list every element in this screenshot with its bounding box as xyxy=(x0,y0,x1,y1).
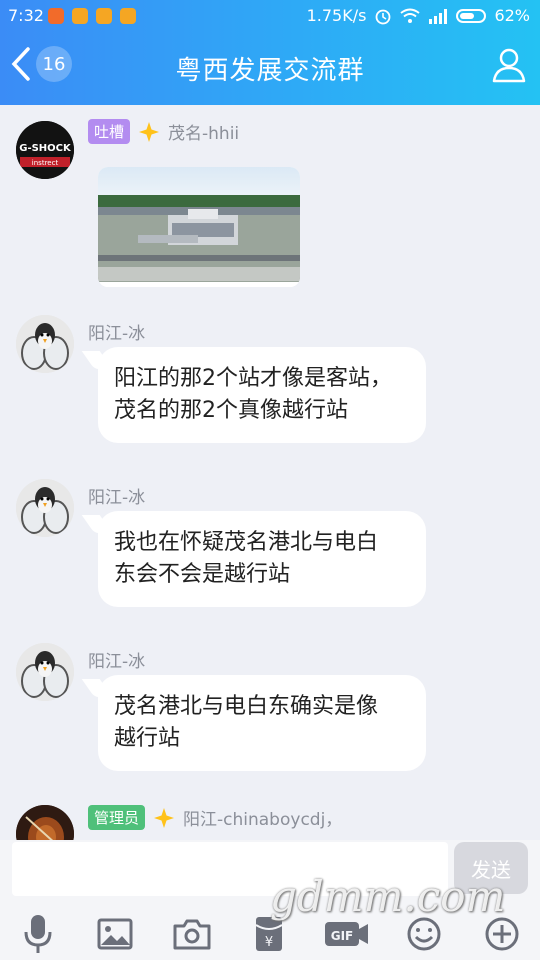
message-bubble[interactable]: 阳江的那2个站才像是客站， 茂名的那2个真像越行站 xyxy=(98,347,426,443)
message-text-line: 越行站 xyxy=(114,726,181,751)
weibo-notification-icon xyxy=(48,8,64,24)
station-photo xyxy=(98,167,300,287)
sender-name[interactable]: 阳江-冰 xyxy=(88,647,145,672)
sender-name[interactable]: 阳江-chinaboycdj， xyxy=(183,805,342,830)
top-bar: 7:32 1.75K/s 62% 16 粤西发展交流群 xyxy=(0,0,540,105)
message-text-line: 茂名港北与电白东确实是像 xyxy=(114,694,379,719)
role-tag: 吐槽 xyxy=(88,119,131,144)
star-icon xyxy=(139,121,160,142)
app-notification-icon xyxy=(120,8,136,24)
message-text-line: 我也在怀疑茂名港北与电白 xyxy=(114,530,379,555)
violin-icon xyxy=(16,805,74,840)
group-title: 粤西发展交流群 xyxy=(175,56,365,86)
message-list[interactable]: G-SHOCK instrect 吐槽 茂名-hhii 阳江-冰 阳江的那2个站… xyxy=(0,105,540,840)
group-members-button[interactable] xyxy=(490,46,528,88)
battery-percent: 62% xyxy=(494,6,530,25)
network-speed: 1.75K/s xyxy=(306,6,367,25)
svg-text:G-SHOCK: G-SHOCK xyxy=(19,143,72,154)
svg-text:instrect: instrect xyxy=(32,159,59,167)
g-shock-logo-icon: G-SHOCK instrect xyxy=(16,121,74,179)
status-time: 7:32 xyxy=(8,6,44,25)
microphone-icon[interactable] xyxy=(16,912,60,956)
sender-name[interactable]: 阳江-冰 xyxy=(88,319,145,344)
star-icon xyxy=(154,807,175,828)
avatar[interactable] xyxy=(16,805,74,840)
role-tag: 管理员 xyxy=(88,805,146,830)
message-item: 管理员 阳江-chinaboycdj， xyxy=(0,799,540,840)
svg-text:¥: ¥ xyxy=(265,935,273,950)
person-icon xyxy=(492,48,526,83)
message-bubble[interactable]: 茂名港北与电白东确实是像 越行站 xyxy=(98,675,426,771)
sender-line: 阳江-冰 xyxy=(88,483,145,508)
message-item: 阳江-冰 茂名港北与电白东确实是像 越行站 xyxy=(0,641,540,791)
message-item: 阳江-冰 我也在怀疑茂名港北与电白 东会不会是越行站 xyxy=(0,477,540,627)
sender-line: 阳江-冰 xyxy=(88,319,145,344)
alarm-icon xyxy=(376,9,391,24)
battery-icon xyxy=(456,8,487,23)
camera-icon[interactable] xyxy=(170,912,214,956)
penguin-icon xyxy=(16,479,74,537)
sender-name[interactable]: 阳江-冰 xyxy=(88,483,145,508)
image-message[interactable] xyxy=(98,167,300,287)
avatar[interactable]: G-SHOCK instrect xyxy=(16,121,74,179)
message-item: 阳江-冰 阳江的那2个站才像是客站， 茂名的那2个真像越行站 xyxy=(0,313,540,463)
message-text-line: 茂名的那2个真像越行站 xyxy=(114,398,348,423)
message-bubble[interactable]: 我也在怀疑茂名港北与电白 东会不会是越行站 xyxy=(98,511,426,607)
watermark: gdmm.com xyxy=(270,872,506,921)
penguin-icon xyxy=(16,643,74,701)
message-text-line: 东会不会是越行站 xyxy=(114,562,291,587)
sender-name[interactable]: 茂名-hhii xyxy=(168,119,239,144)
image-icon[interactable] xyxy=(93,912,137,956)
avatar[interactable] xyxy=(16,643,74,701)
svg-text:GIF: GIF xyxy=(331,929,354,943)
app-notification-icon xyxy=(96,8,112,24)
signal-icon xyxy=(429,8,448,24)
avatar[interactable] xyxy=(16,315,74,373)
wifi-icon xyxy=(400,8,421,23)
sender-line: 吐槽 茂名-hhii xyxy=(88,119,239,144)
sender-line: 管理员 阳江-chinaboycdj， xyxy=(88,805,342,830)
message-item: G-SHOCK instrect 吐槽 茂名-hhii xyxy=(0,113,540,293)
penguin-icon xyxy=(16,315,74,373)
message-text-line: 阳江的那2个站才像是客站， xyxy=(114,366,392,391)
app-notification-icon xyxy=(72,8,88,24)
chat-header: 16 粤西发展交流群 xyxy=(0,32,540,105)
status-bar: 7:32 1.75K/s 62% xyxy=(0,0,540,32)
avatar[interactable] xyxy=(16,479,74,537)
sender-line: 阳江-冰 xyxy=(88,647,145,672)
